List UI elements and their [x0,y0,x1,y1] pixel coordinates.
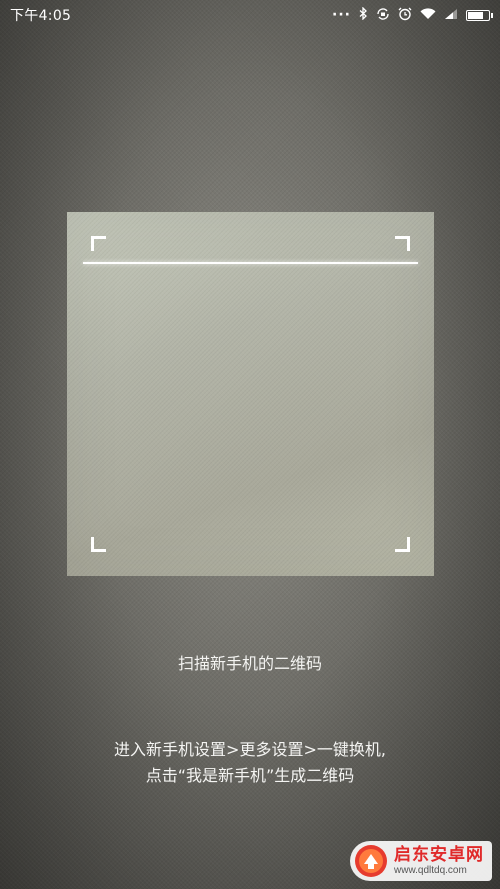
rotation-lock-icon [376,7,390,24]
scan-corner-bottom-right [395,537,410,552]
scan-window [67,212,434,576]
alarm-icon [398,7,412,24]
site-watermark: 启东安卓网 www.qdltdq.com [350,841,492,881]
signal-icon [444,8,458,23]
watermark-logo-icon [355,845,387,877]
bluetooth-icon [359,6,368,23]
status-time: 下午4:05 [10,8,72,24]
wifi-icon [420,7,436,23]
watermark-url: www.qdltdq.com [394,864,467,876]
more-dots-icon: ··· [332,7,351,23]
scan-corner-top-left [91,236,106,251]
instruction-line-2: 点击“我是新手机”生成二维码 [145,766,355,785]
status-bar: 下午4:05 ··· [0,0,500,30]
scan-line [83,262,418,264]
instruction-line-1: 进入新手机设置>更多设置>一键换机, [114,740,386,759]
battery-level-fill [468,11,484,19]
battery-icon [466,9,493,21]
status-icons: ··· [332,6,493,24]
watermark-name: 启东安卓网 [394,845,484,866]
scan-corner-top-right [395,236,410,251]
scan-instructions: 进入新手机设置>更多设置>一键换机, 点击“我是新手机”生成二维码 [0,737,500,789]
scan-title: 扫描新手机的二维码 [177,654,322,673]
scan-corner-bottom-left [91,537,106,552]
